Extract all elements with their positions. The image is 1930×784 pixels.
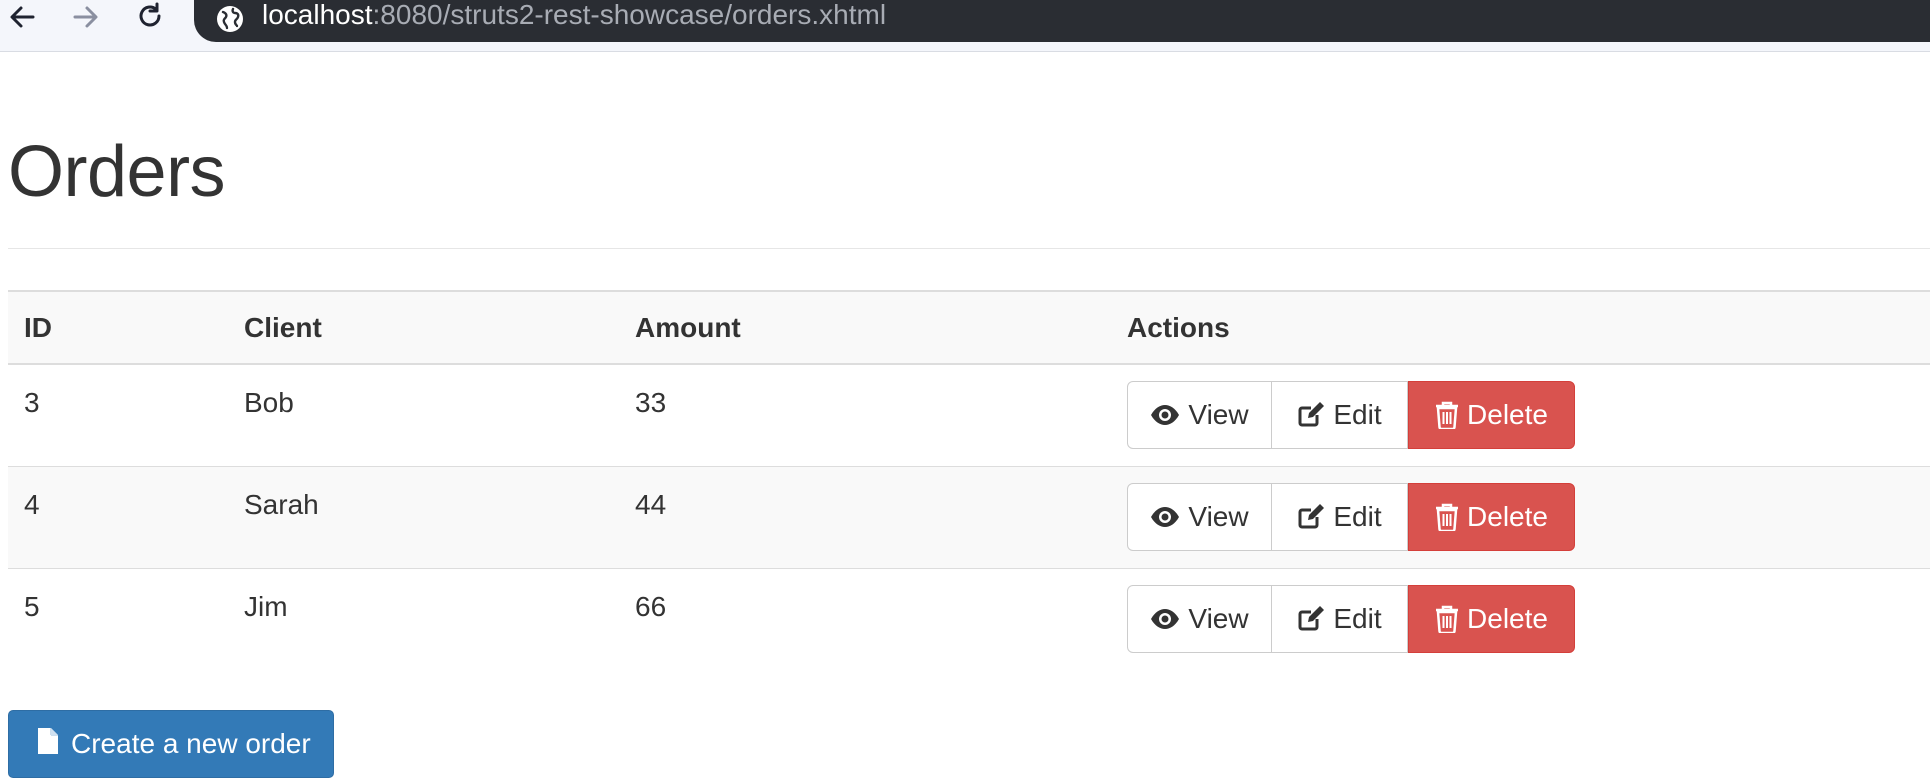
- title-divider: [8, 248, 1930, 249]
- reload-icon: [135, 2, 165, 32]
- edit-button[interactable]: Edit: [1272, 381, 1408, 449]
- cell-amount: 66: [635, 590, 667, 622]
- delete-label: Delete: [1467, 602, 1548, 634]
- edit-icon: [1297, 401, 1325, 429]
- table-row: 4 Sarah 44 View Edit Delete: [8, 466, 1930, 568]
- column-header-amount: Amount: [635, 311, 741, 343]
- forward-icon: [71, 2, 101, 32]
- cell-client: Jim: [244, 590, 288, 622]
- create-order-label: Create a new order: [71, 728, 311, 759]
- page-title: Orders: [8, 132, 226, 212]
- cell-actions: View Edit Delete: [1111, 466, 1930, 568]
- delete-label: Delete: [1467, 399, 1548, 430]
- cell-client: Sarah: [244, 488, 319, 520]
- edit-button[interactable]: Edit: [1272, 482, 1408, 551]
- view-button[interactable]: View: [1127, 584, 1272, 653]
- site-info-icon[interactable]: [214, 3, 246, 35]
- address-bar[interactable]: localhost:8080/struts2-rest-showcase/ord…: [194, 0, 1930, 42]
- edit-label: Edit: [1333, 500, 1382, 532]
- url-path: :8080/struts2-rest-showcase/orders.xhtml: [372, 0, 887, 30]
- delete-button[interactable]: Delete: [1408, 482, 1575, 551]
- eye-icon: [1150, 608, 1180, 630]
- table-row: 5 Jim 66 View Edit Delete: [8, 568, 1930, 670]
- action-button-group: View Edit Delete: [1127, 381, 1575, 449]
- cell-id: 3: [24, 387, 40, 418]
- cell-client: Bob: [244, 387, 294, 418]
- cell-actions: View Edit Delete: [1111, 568, 1930, 670]
- edit-label: Edit: [1333, 602, 1382, 634]
- delete-button[interactable]: Delete: [1408, 381, 1575, 449]
- back-icon: [7, 2, 37, 32]
- view-button[interactable]: View: [1127, 482, 1272, 551]
- cell-id: 4: [24, 488, 40, 520]
- create-order-button[interactable]: Create a new order: [8, 710, 334, 778]
- delete-button[interactable]: Delete: [1408, 584, 1575, 653]
- reload-button[interactable]: [132, 0, 168, 34]
- column-header-client: Client: [244, 311, 322, 343]
- url-host: localhost: [262, 0, 373, 30]
- trash-icon: [1435, 401, 1459, 429]
- table-row: 3 Bob 33 View Edit Delete: [8, 364, 1930, 466]
- delete-label: Delete: [1467, 500, 1548, 532]
- file-icon: [37, 727, 59, 762]
- action-button-group: View Edit Delete: [1127, 482, 1575, 551]
- edit-icon: [1297, 605, 1325, 633]
- edit-label: Edit: [1333, 399, 1382, 430]
- view-label: View: [1188, 399, 1249, 430]
- view-label: View: [1188, 500, 1249, 532]
- view-label: View: [1188, 602, 1249, 634]
- eye-icon: [1150, 506, 1180, 528]
- browser-toolbar: localhost:8080/struts2-rest-showcase/ord…: [0, 0, 1930, 52]
- edit-button[interactable]: Edit: [1272, 584, 1408, 653]
- url-text: localhost:8080/struts2-rest-showcase/ord…: [262, 0, 886, 34]
- edit-icon: [1297, 503, 1325, 531]
- table-header-row: ID Client Amount Actions: [8, 291, 1930, 364]
- back-button[interactable]: [4, 0, 40, 34]
- cell-id: 5: [24, 590, 40, 622]
- eye-icon: [1150, 404, 1180, 426]
- trash-icon: [1435, 605, 1459, 633]
- forward-button[interactable]: [68, 0, 104, 34]
- view-button[interactable]: View: [1127, 381, 1272, 449]
- action-button-group: View Edit Delete: [1127, 584, 1575, 653]
- trash-icon: [1435, 503, 1459, 531]
- cell-amount: 44: [635, 488, 667, 520]
- cell-actions: View Edit Delete: [1111, 364, 1930, 466]
- column-header-actions: Actions: [1127, 311, 1230, 343]
- orders-table: ID Client Amount Actions 3 Bob 33 View E…: [8, 290, 1930, 670]
- cell-amount: 33: [635, 387, 667, 418]
- column-header-id: ID: [24, 311, 52, 343]
